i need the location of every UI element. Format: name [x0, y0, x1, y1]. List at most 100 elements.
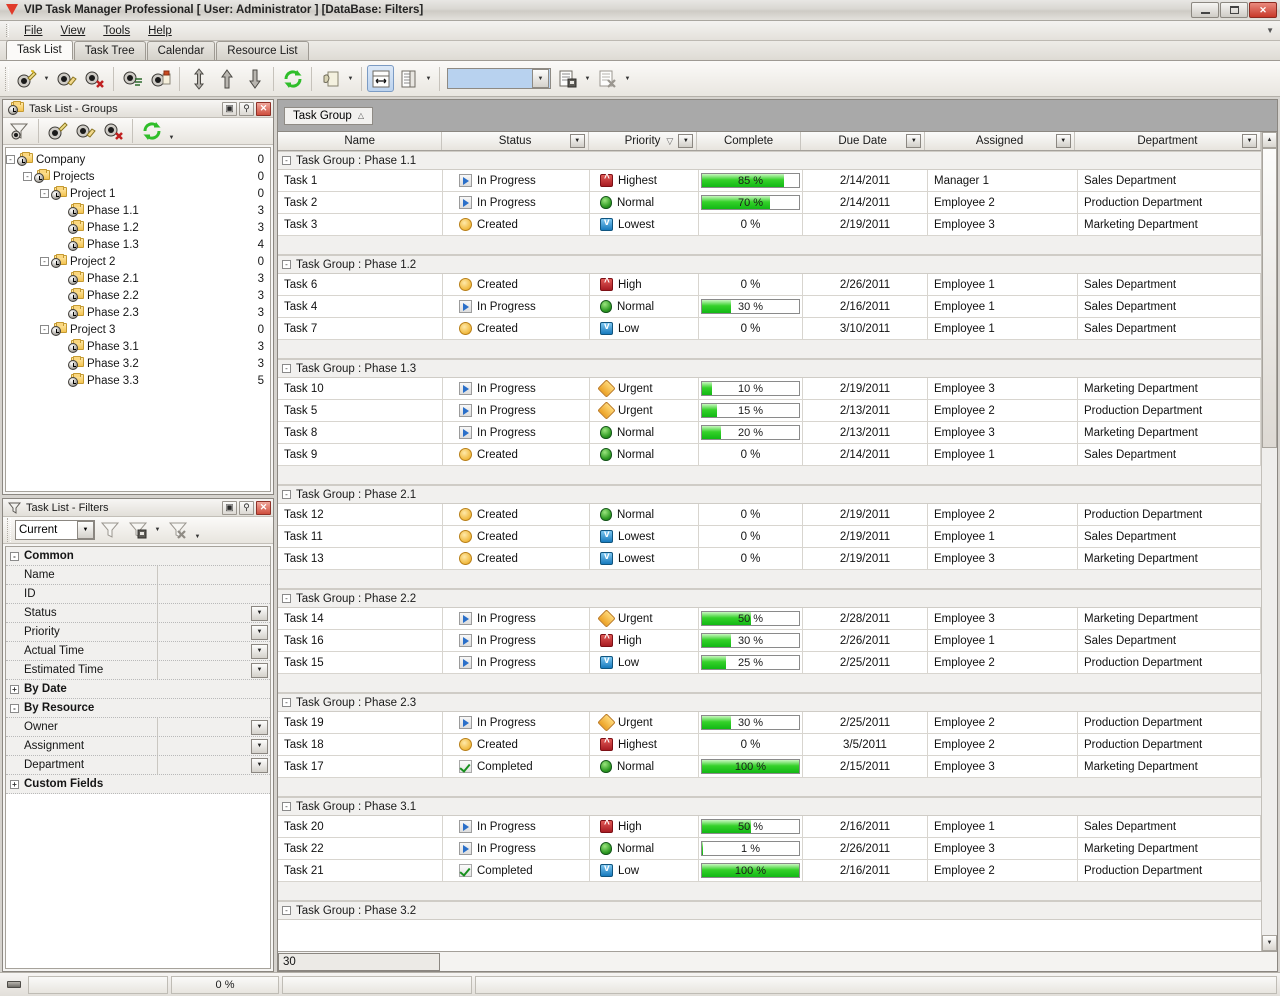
- task-row[interactable]: Task 20In ProgressHigh50 %2/16/2011Emplo…: [278, 816, 1261, 838]
- cell-complete[interactable]: 0 %: [699, 214, 803, 235]
- cell-department[interactable]: Marketing Department: [1078, 608, 1261, 629]
- cell-status[interactable]: In Progress: [443, 816, 590, 837]
- group-header-row[interactable]: -Task Group : Phase 1.3: [278, 359, 1261, 378]
- cell-department[interactable]: Production Department: [1078, 734, 1261, 755]
- cell-status[interactable]: Completed: [443, 756, 590, 777]
- task-row[interactable]: Task 21CompletedLow100 %2/16/2011Employe…: [278, 860, 1261, 882]
- cell-name[interactable]: Task 5: [278, 400, 443, 421]
- tree-item[interactable]: Phase 3.23: [6, 355, 270, 372]
- delete-task-icon[interactable]: [81, 65, 108, 92]
- cell-department[interactable]: Production Department: [1078, 712, 1261, 733]
- cell-complete[interactable]: 100 %: [699, 756, 803, 777]
- cell-complete[interactable]: 20 %: [699, 422, 803, 443]
- clear-view-icon[interactable]: [594, 65, 621, 92]
- cell-name[interactable]: Task 21: [278, 860, 443, 881]
- print-dropdown[interactable]: ▼: [345, 65, 356, 92]
- cell-due-date[interactable]: 2/19/2011: [803, 526, 928, 547]
- group-expander[interactable]: -: [282, 364, 291, 373]
- view-filter-combo-arrow[interactable]: ▼: [532, 69, 549, 88]
- inline-edit-input[interactable]: 30: [278, 953, 440, 971]
- cell-department[interactable]: Marketing Department: [1078, 214, 1261, 235]
- print-icon[interactable]: [317, 65, 344, 92]
- cell-assigned[interactable]: Employee 1: [928, 444, 1078, 465]
- group-header-row[interactable]: -Task Group : Phase 2.3: [278, 693, 1261, 712]
- tree-item[interactable]: -Project 20: [6, 253, 270, 270]
- cell-assigned[interactable]: Employee 3: [928, 756, 1078, 777]
- filter-row[interactable]: Actual Time▼: [6, 642, 270, 661]
- cell-priority[interactable]: Highest: [590, 170, 699, 191]
- column-filter-dropdown[interactable]: ▼: [570, 134, 585, 148]
- group-expander[interactable]: -: [282, 156, 291, 165]
- cell-complete[interactable]: 30 %: [699, 630, 803, 651]
- group-expander[interactable]: -: [282, 260, 291, 269]
- cell-priority[interactable]: Urgent: [590, 608, 699, 629]
- group-expander[interactable]: -: [282, 802, 291, 811]
- menu-item-help[interactable]: Help: [139, 23, 181, 39]
- cell-status[interactable]: In Progress: [443, 296, 590, 317]
- scroll-thumb[interactable]: [1262, 148, 1277, 448]
- cell-due-date[interactable]: 2/26/2011: [803, 630, 928, 651]
- column-header-complete[interactable]: Complete: [697, 132, 801, 150]
- task-row[interactable]: Task 1In ProgressHighest85 %2/14/2011Man…: [278, 170, 1261, 192]
- cell-name[interactable]: Task 14: [278, 608, 443, 629]
- cell-name[interactable]: Task 16: [278, 630, 443, 651]
- tree-expander[interactable]: -: [40, 325, 49, 334]
- tree-item[interactable]: -Company0: [6, 151, 270, 168]
- cell-priority[interactable]: Urgent: [590, 400, 699, 421]
- columns-icon[interactable]: [395, 65, 422, 92]
- cell-department[interactable]: Marketing Department: [1078, 756, 1261, 777]
- menu-item-tools[interactable]: Tools: [94, 23, 139, 39]
- move-up-icon[interactable]: [213, 65, 240, 92]
- cell-priority[interactable]: Normal: [590, 422, 699, 443]
- cell-complete[interactable]: 15 %: [699, 400, 803, 421]
- task-row[interactable]: Task 6CreatedHigh0 %2/26/2011Employee 1S…: [278, 274, 1261, 296]
- cell-priority[interactable]: Lowest: [590, 214, 699, 235]
- filter-group-expander[interactable]: -: [10, 704, 19, 713]
- cell-department[interactable]: Sales Department: [1078, 630, 1261, 651]
- cell-name[interactable]: Task 9: [278, 444, 443, 465]
- task-row[interactable]: Task 5In ProgressUrgent15 %2/13/2011Empl…: [278, 400, 1261, 422]
- cell-due-date[interactable]: 2/25/2011: [803, 712, 928, 733]
- edit-group-icon[interactable]: [72, 118, 99, 145]
- cell-due-date[interactable]: 2/13/2011: [803, 422, 928, 443]
- cell-status[interactable]: Created: [443, 526, 590, 547]
- cell-department[interactable]: Sales Department: [1078, 526, 1261, 547]
- cell-department[interactable]: Production Department: [1078, 652, 1261, 673]
- cell-assigned[interactable]: Employee 1: [928, 526, 1078, 547]
- column-filter-dropdown[interactable]: ▼: [1056, 134, 1071, 148]
- cell-name[interactable]: Task 2: [278, 192, 443, 213]
- cell-department[interactable]: Sales Department: [1078, 170, 1261, 191]
- scroll-track[interactable]: [1262, 448, 1277, 935]
- cell-assigned[interactable]: Employee 2: [928, 734, 1078, 755]
- tree-item[interactable]: Phase 3.13: [6, 338, 270, 355]
- new-group-icon[interactable]: [44, 118, 71, 145]
- tree-item[interactable]: Phase 1.34: [6, 236, 270, 253]
- filter-row[interactable]: Status▼: [6, 604, 270, 623]
- filter-group-row[interactable]: +Custom Fields: [6, 775, 270, 794]
- groups-refresh-icon[interactable]: [138, 118, 165, 145]
- cell-due-date[interactable]: 2/16/2011: [803, 816, 928, 837]
- groups-close-button[interactable]: ✕: [256, 102, 271, 116]
- cell-department[interactable]: Sales Department: [1078, 816, 1261, 837]
- clear-view-dropdown[interactable]: ▼: [622, 65, 633, 92]
- cell-due-date[interactable]: 2/19/2011: [803, 214, 928, 235]
- task-row[interactable]: Task 18CreatedHighest0 %3/5/2011Employee…: [278, 734, 1261, 756]
- task-row[interactable]: Task 7CreatedLow0 %3/10/2011Employee 1Sa…: [278, 318, 1261, 340]
- cell-name[interactable]: Task 3: [278, 214, 443, 235]
- maximize-button[interactable]: [1220, 2, 1248, 18]
- column-header-department[interactable]: Department▼: [1075, 132, 1261, 150]
- filter-field-dropdown[interactable]: ▼: [251, 720, 268, 735]
- cell-complete[interactable]: 70 %: [699, 192, 803, 213]
- cell-due-date[interactable]: 2/26/2011: [803, 274, 928, 295]
- cell-status[interactable]: Completed: [443, 860, 590, 881]
- cell-assigned[interactable]: Employee 2: [928, 192, 1078, 213]
- cell-department[interactable]: Production Department: [1078, 860, 1261, 881]
- cell-name[interactable]: Task 19: [278, 712, 443, 733]
- group-expander[interactable]: -: [282, 594, 291, 603]
- new-task-dropdown[interactable]: ▼: [41, 65, 52, 92]
- cell-department[interactable]: Production Department: [1078, 400, 1261, 421]
- cell-due-date[interactable]: 2/19/2011: [803, 378, 928, 399]
- columns-dropdown[interactable]: ▼: [423, 65, 434, 92]
- filter-field-dropdown[interactable]: ▼: [251, 606, 268, 621]
- cell-name[interactable]: Task 11: [278, 526, 443, 547]
